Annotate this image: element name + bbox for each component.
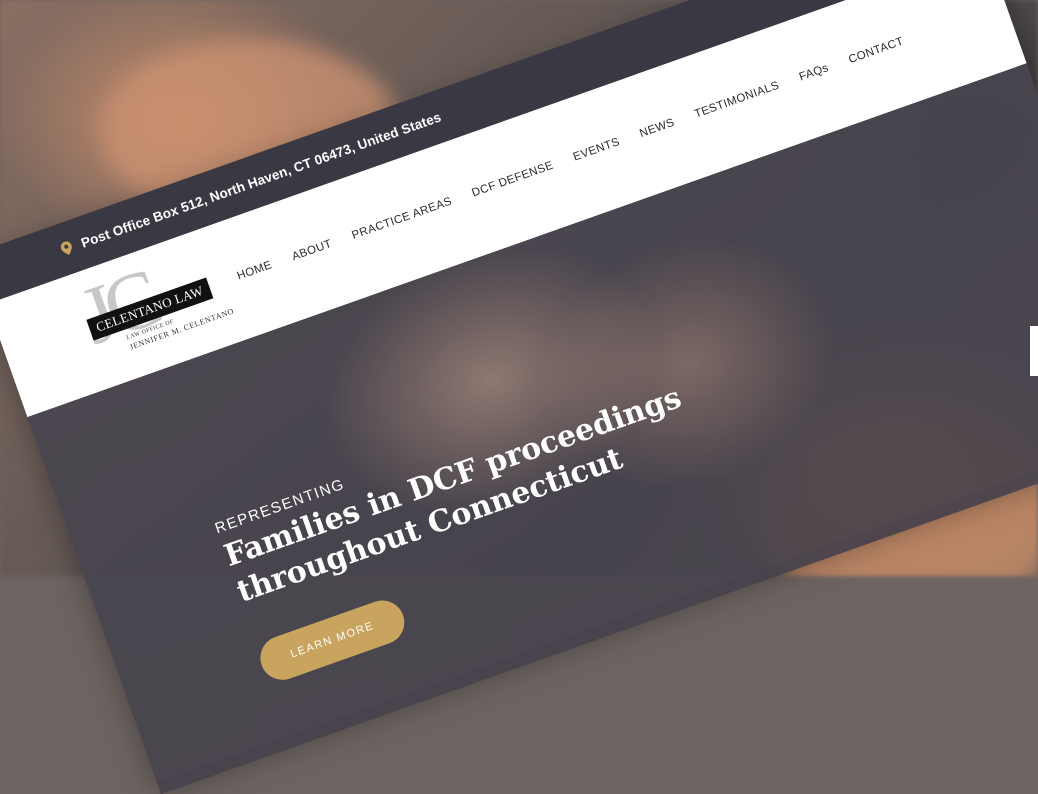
nav-item-about[interactable]: ABOUT <box>290 238 333 263</box>
nav-item-events[interactable]: EVENTS <box>572 136 622 163</box>
nav-item-home[interactable]: HOME <box>236 259 274 282</box>
nav-item-faqs[interactable]: FAQs <box>798 62 831 83</box>
hero-headline: Families in DCF proceedings throughout C… <box>219 380 686 610</box>
nav-item-contact[interactable]: CONTACT <box>847 36 905 67</box>
nav-item-testimonials[interactable]: TESTIMONIALS <box>693 80 781 121</box>
nav-item-news[interactable]: NEWS <box>638 117 676 140</box>
map-pin-icon <box>59 240 74 257</box>
nav-item-practice-areas[interactable]: PRACTICE AREAS <box>350 195 453 241</box>
nav-item-dcf-defense[interactable]: DCF DEFENSE <box>470 160 555 200</box>
page-edge-fragment <box>1030 326 1038 376</box>
learn-more-button[interactable]: LEARN MORE <box>254 594 411 686</box>
